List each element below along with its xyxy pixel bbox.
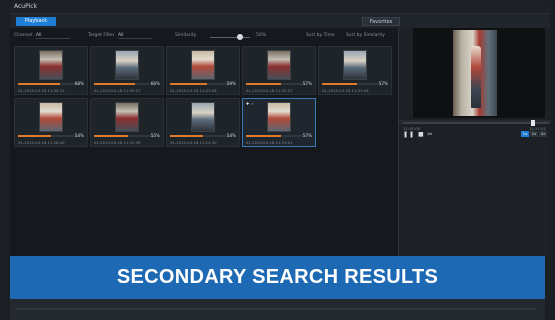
filter-bar: Channel All Target Filter All Similarity… — [10, 30, 398, 42]
similarity-percent: 68% — [74, 81, 84, 86]
similarity-percent: 57% — [302, 133, 312, 138]
playback-controls[interactable]: ❚❚ ■ ✂ — [403, 131, 434, 138]
sort-by-similarity[interactable]: Sort by Similarity — [346, 33, 385, 38]
result-card[interactable]: 57% 01-2015-04-18 11:31:06 — [318, 46, 392, 95]
similarity-percent: 55% — [150, 133, 160, 138]
result-thumbnail[interactable] — [343, 50, 367, 80]
speed-1x[interactable]: 1x — [521, 131, 529, 137]
similarity-bar-fill — [94, 135, 129, 137]
result-thumbnail[interactable] — [191, 102, 215, 132]
footer-bar — [10, 299, 545, 320]
similarity-bar — [246, 83, 308, 85]
similarity-percent: 59% — [226, 81, 236, 86]
result-card[interactable]: 54% 01-2015-04-18 11:14:30 — [166, 98, 240, 147]
result-timestamp: 01-2015-04-18 11:31:06 — [322, 88, 369, 93]
result-thumbnail[interactable] — [115, 50, 139, 80]
similarity-bar-fill — [18, 135, 52, 137]
preview-panel: 11:31:00 11:31:01 ❚❚ ■ ✂ 1x 2x 4x — [398, 28, 551, 256]
result-timestamp: 01-2015-04-18 11:31:01 — [246, 140, 293, 145]
similarity-percent: 57% — [378, 81, 388, 86]
video-preview[interactable] — [413, 28, 545, 118]
tab-row: Playback Favorites — [10, 14, 550, 28]
result-thumbnail[interactable] — [267, 102, 291, 132]
app-title: AcuPick — [14, 3, 38, 10]
similarity-percent: 66% — [150, 81, 160, 86]
similarity-bar-fill — [246, 83, 282, 85]
channel-label: Channel — [14, 33, 33, 38]
similarity-value: 50% — [256, 33, 267, 38]
similarity-bar — [170, 135, 232, 137]
speed-4x[interactable]: 4x — [539, 131, 547, 137]
result-timestamp: 01-2015-04-18 11:30:07 — [94, 88, 141, 93]
app-window: AcuPick Playback Favorites Channel All T… — [0, 0, 555, 320]
result-thumbnail[interactable] — [267, 50, 291, 80]
result-card[interactable]: 59% 01-2015-04-18 11:27:58 — [166, 46, 240, 95]
similarity-percent: 54% — [74, 133, 84, 138]
similarity-label: Similarity — [175, 33, 197, 38]
footer-divider — [16, 308, 536, 310]
result-thumbnail[interactable] — [39, 50, 63, 80]
title-bar: AcuPick — [10, 2, 550, 14]
similarity-bar — [94, 135, 156, 137]
result-timestamp: 01-2015-04-18 11:28:40 — [18, 140, 65, 145]
similarity-bar — [322, 83, 384, 85]
speed-2x[interactable]: 2x — [530, 131, 538, 137]
result-thumbnail[interactable] — [39, 102, 63, 132]
result-card[interactable]: 68% 01-2015-04-18 11:30:21 — [14, 46, 88, 95]
caption-text: SECONDARY SEARCH RESULTS — [116, 266, 439, 288]
sort-by-time[interactable]: Sort by Time — [306, 33, 335, 38]
result-card[interactable]: 54% 01-2015-04-18 11:28:40 — [14, 98, 88, 147]
result-timestamp: 01-2015-04-18 11:27:58 — [170, 88, 217, 93]
result-card[interactable]: 55% 01-2015-04-18 11:31:56 — [90, 98, 164, 147]
similarity-bar-fill — [322, 83, 358, 85]
result-card[interactable]: 66% 01-2015-04-18 11:30:07 — [90, 46, 164, 95]
similarity-slider-handle[interactable] — [237, 34, 243, 40]
result-timestamp: 01-2015-04-18 11:30:21 — [18, 88, 65, 93]
results-grid: 68% 01-2015-04-18 11:30:21 66% 01-2015-0… — [14, 46, 398, 186]
result-timestamp: 01-2015-04-18 11:33:07 — [246, 88, 293, 93]
similarity-bar — [18, 83, 80, 85]
result-timestamp: 01-2015-04-18 11:14:30 — [170, 140, 217, 145]
similarity-bar — [94, 83, 156, 85]
similarity-bar-fill — [94, 83, 135, 85]
result-timestamp: 01-2015-04-18 11:31:56 — [94, 140, 141, 145]
similarity-bar-fill — [246, 135, 282, 137]
favorites-button[interactable]: Favorites — [362, 17, 400, 26]
similarity-bar — [18, 135, 80, 137]
target-filter-select[interactable]: All — [117, 33, 152, 39]
similarity-bar — [246, 135, 308, 137]
result-card[interactable]: 57% 01-2015-04-18 11:33:07 — [242, 46, 316, 95]
detected-person — [471, 46, 481, 108]
target-filter-label: Target Filter — [88, 33, 115, 38]
similarity-bar — [170, 83, 232, 85]
result-card-selected[interactable]: ✚ ☆ 57% 01-2015-04-18 11:31:01 — [242, 98, 316, 147]
results-panel: Channel All Target Filter All Similarity… — [10, 28, 398, 256]
similarity-percent: 54% — [226, 133, 236, 138]
result-thumbnail[interactable] — [191, 50, 215, 80]
similarity-bar-fill — [170, 135, 204, 137]
playback-timeline[interactable] — [403, 120, 549, 126]
similarity-bar-fill — [18, 83, 61, 85]
result-thumbnail[interactable] — [115, 102, 139, 132]
caption-banner: SECONDARY SEARCH RESULTS — [10, 256, 545, 299]
similarity-slider[interactable] — [210, 37, 250, 38]
target-filter[interactable]: Target Filter All — [88, 33, 152, 39]
similarity-percent: 57% — [302, 81, 312, 86]
channel-filter[interactable]: Channel All — [14, 33, 70, 39]
channel-select[interactable]: All — [35, 33, 70, 39]
similarity-bar-fill — [170, 83, 207, 85]
card-action-icons[interactable]: ✚ ☆ — [246, 101, 254, 106]
tab-playback[interactable]: Playback — [16, 17, 56, 26]
